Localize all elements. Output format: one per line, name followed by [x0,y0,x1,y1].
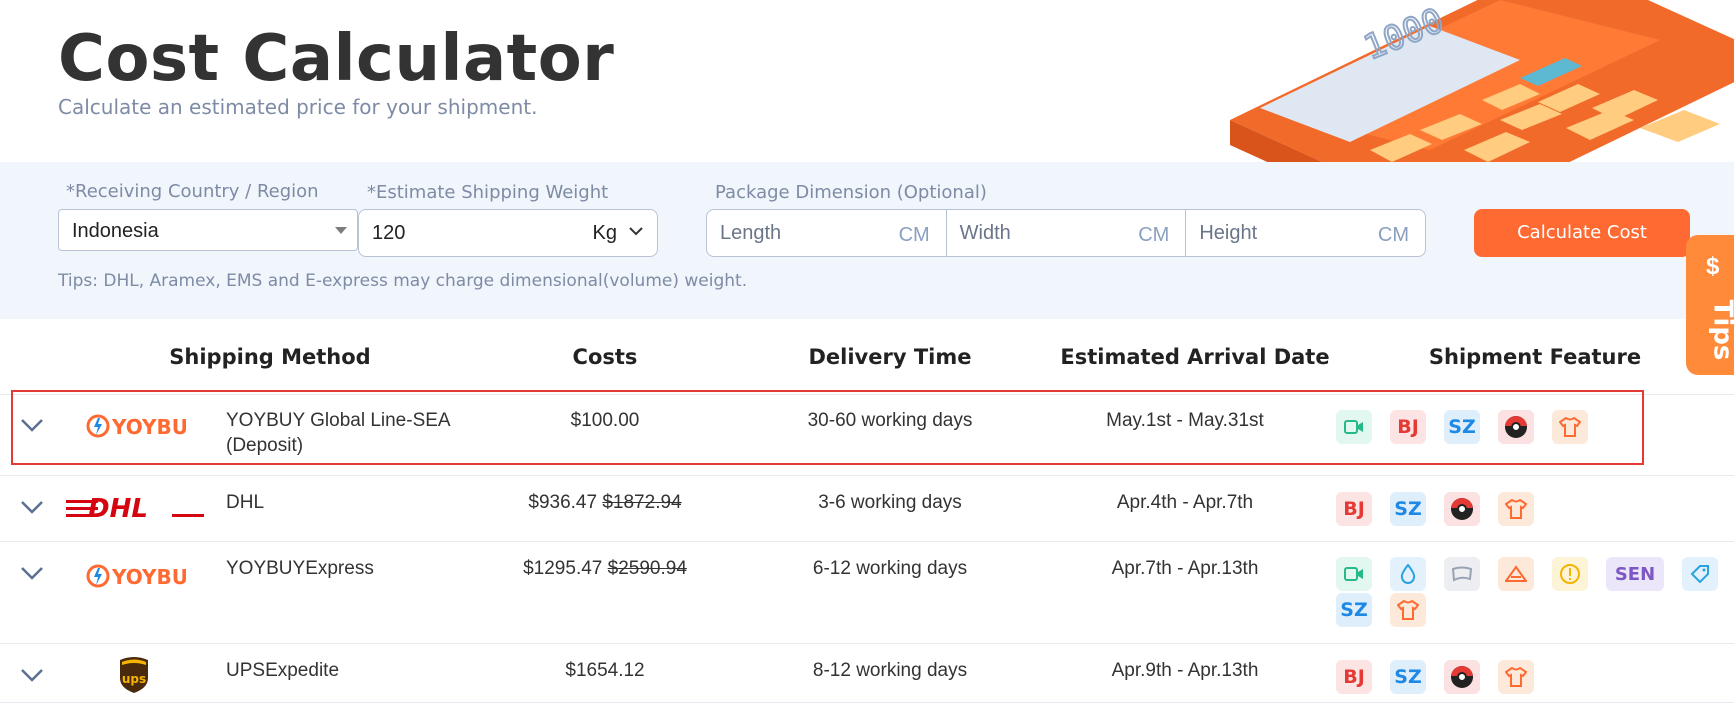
delivery-time: 3-6 working days [818,492,962,513]
tag-icon [1682,557,1718,591]
page-title: Cost Calculator [58,22,615,96]
page-subtitle: Calculate an estimated price for your sh… [58,95,538,119]
shirt-icon [1390,593,1426,627]
shirt-icon [1498,492,1534,526]
triangle-icon [1498,557,1534,591]
chevron-down-icon [629,227,643,236]
page-header: Cost Calculator Calculate an estimated p… [0,0,1734,162]
weight-unit-select[interactable]: Kg [593,222,617,245]
weight-label: *Estimate Shipping Weight [367,182,609,203]
bj-badge: BJ [1336,660,1372,694]
width-placeholder: Width [959,222,1011,244]
height-placeholder: Height [1199,222,1258,244]
sz-badge: SZ [1336,593,1372,627]
calculate-cost-button[interactable]: Calculate Cost [1474,209,1690,257]
shirt-icon [1498,660,1534,694]
original-cost: $1872.94 [602,492,682,513]
row-divider [0,475,1734,476]
col-header-delivery: Delivery Time [808,345,972,369]
dhl-logo: DHL [66,494,204,520]
arrival-date: Apr.9th - Apr.13th [1111,660,1259,681]
length-placeholder: Length [720,222,782,244]
dimension-inputs: Length CM Width CM Height CM [706,209,1426,257]
row-logo-text: ups [122,672,146,686]
country-label: *Receiving Country / Region [66,181,319,202]
col-header-feature: Shipment Feature [1428,345,1642,369]
calculator-illustration: 1000 [1230,0,1734,162]
arrival-date: Apr.4th - Apr.7th [1116,492,1254,513]
expand-chevron-icon[interactable] [20,566,44,580]
row-logo-text: YOYBUY [111,565,186,589]
expand-chevron-icon[interactable] [20,500,44,514]
ups-logo: ups [120,657,148,693]
col-header-costs: Costs [572,345,638,369]
dropdown-caret-icon [335,227,347,234]
tips-tab-label: Tips [1707,299,1734,361]
country-value: Indonesia [72,220,159,242]
drop-icon [1390,557,1426,591]
row-logo-text: DHL [88,494,148,520]
bj-badge: BJ [1336,492,1372,526]
length-unit: CM [898,224,930,246]
pokeball-icon [1444,492,1480,526]
yoybuy-logo: YOYBUY [86,564,186,589]
sz-badge: SZ [1390,492,1426,526]
sz-badge: SZ [1390,660,1426,694]
weight-input[interactable]: 120 Kg [358,209,658,257]
height-input[interactable]: Height CM [1186,210,1425,256]
tips-tab[interactable]: $ Tips [1686,235,1734,375]
arrival-date: Apr.7th - Apr.13th [1111,558,1259,579]
height-unit: CM [1377,224,1410,246]
tips-note: Tips: DHL, Aramex, EMS and E-express may… [58,271,748,291]
expand-chevron-icon[interactable] [20,668,44,682]
cost-cell: $1295.47 $2590.94 [480,558,730,580]
pokeball-icon [1444,660,1480,694]
length-input[interactable]: Length CM [707,210,947,256]
row-divider [0,643,1734,644]
method-name: YOYBUYExpress [226,558,374,579]
col-header-method: Shipping Method [169,345,371,369]
sen-badge: SEN [1606,557,1664,591]
dollar-icon: $ [1706,253,1720,280]
width-input[interactable]: Width CM [947,210,1187,256]
method-name: DHL [226,492,265,513]
width-unit: CM [1138,224,1170,246]
weight-value: 120 [372,222,406,244]
row-divider [0,541,1734,542]
col-header-arrival: Estimated Arrival Date [1060,345,1330,369]
warning-icon [1552,557,1588,591]
cost-value: $1295.47 [523,558,603,579]
cost-value: $936.47 [528,492,598,513]
delivery-time: 8-12 working days [812,660,968,681]
dimension-label: Package Dimension (Optional) [715,182,987,203]
selected-row-highlight [11,390,1644,465]
delivery-time: 6-12 working days [812,558,968,579]
country-select[interactable]: Indonesia [58,209,358,251]
video-icon [1336,557,1372,591]
cost-value: $1654.12 [565,660,645,681]
method-name: UPSExpedite [226,660,340,681]
original-cost: $2590.94 [607,558,687,579]
cloth-icon [1444,557,1480,591]
cost-cell: $936.47 $1872.94 [480,492,730,514]
